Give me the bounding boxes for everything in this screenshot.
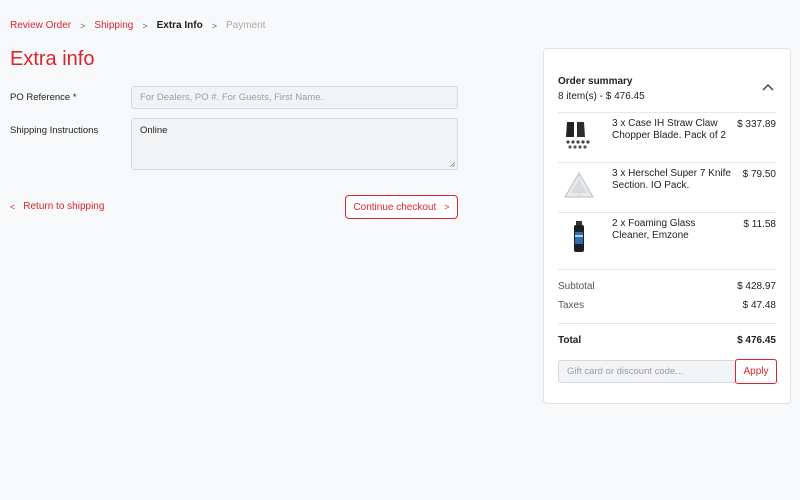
item-name: 2 x Foaming Glass Cleaner, Emzone <box>612 218 696 241</box>
summary-item: 3 x Herschel Super 7 Knife Section. IO P… <box>558 163 776 212</box>
page-title: Extra info <box>10 48 95 70</box>
item-price: $ 337.89 <box>737 119 776 130</box>
item-name: 3 x Case IH Straw Claw Chopper Blade. Pa… <box>612 118 726 141</box>
divider <box>558 323 776 324</box>
order-summary-panel: Order summary 8 item(s) - $ 476.45 3 x C… <box>543 48 791 404</box>
chevron-left-icon: < <box>10 201 16 212</box>
breadcrumb-review-order[interactable]: Review Order <box>10 20 71 31</box>
return-to-shipping-link[interactable]: < Return to shipping <box>10 201 104 212</box>
summary-item: 2 x Foaming Glass Cleaner, Emzone $ 11.5… <box>558 213 776 262</box>
taxes-value: $ 47.48 <box>742 300 776 311</box>
breadcrumb-extra-info: Extra Info <box>156 20 203 31</box>
shipping-instructions-textarea[interactable]: Online <box>131 118 458 170</box>
total-value: $ 476.45 <box>737 335 776 346</box>
shipping-instructions-row: Shipping Instructions Online <box>10 118 459 170</box>
total-row: Total $ 476.45 <box>558 335 776 346</box>
order-summary-count: 8 item(s) - $ 476.45 <box>558 91 645 102</box>
taxes-label: Taxes <box>558 300 585 311</box>
discount-form: Gift card or discount code... Apply <box>558 359 777 384</box>
po-reference-label: PO Reference * <box>10 92 77 103</box>
item-price: $ 11.58 <box>743 219 776 230</box>
chevron-right-icon: > <box>80 20 86 31</box>
breadcrumb-payment: Payment <box>225 20 266 31</box>
chevron-right-icon: > <box>142 20 148 31</box>
shipping-instructions-value: Online <box>140 125 168 136</box>
chevron-right-icon: > <box>444 202 450 212</box>
divider <box>558 269 776 270</box>
summary-item: 3 x Case IH Straw Claw Chopper Blade. Pa… <box>558 113 776 162</box>
item-name: 3 x Herschel Super 7 Knife Section. IO P… <box>612 168 731 191</box>
breadcrumb: Review Order > Shipping > Extra Info > P… <box>10 20 265 31</box>
continue-checkout-label: Continue checkout <box>353 201 437 213</box>
subtotal-value: $ 428.97 <box>737 281 776 292</box>
chevron-up-icon[interactable] <box>762 83 774 91</box>
chevron-right-icon: > <box>211 20 217 31</box>
order-summary-title: Order summary <box>558 76 633 87</box>
subtotal-label: Subtotal <box>558 281 595 292</box>
taxes-row: Taxes $ 47.48 <box>558 300 776 311</box>
resize-grip-icon[interactable] <box>449 161 455 167</box>
knife-section-icon <box>564 172 594 198</box>
subtotal-row: Subtotal $ 428.97 <box>558 281 776 292</box>
total-label: Total <box>558 335 582 346</box>
breadcrumb-shipping[interactable]: Shipping <box>94 20 133 31</box>
po-reference-input[interactable]: For Dealers, PO #. For Guests, First Nam… <box>131 86 458 109</box>
blade-pack-icon <box>566 122 590 149</box>
po-reference-placeholder: For Dealers, PO #. For Guests, First Nam… <box>140 92 324 103</box>
po-reference-row: PO Reference * For Dealers, PO #. For Gu… <box>10 86 459 110</box>
discount-code-input[interactable]: Gift card or discount code... <box>558 360 736 383</box>
continue-checkout-button[interactable]: Continue checkout > <box>345 195 458 219</box>
item-price: $ 79.50 <box>742 169 776 180</box>
apply-discount-button[interactable]: Apply <box>735 359 777 384</box>
shipping-instructions-label: Shipping Instructions <box>10 125 99 136</box>
return-to-shipping-label: Return to shipping <box>23 201 105 212</box>
spray-can-icon <box>574 221 584 252</box>
